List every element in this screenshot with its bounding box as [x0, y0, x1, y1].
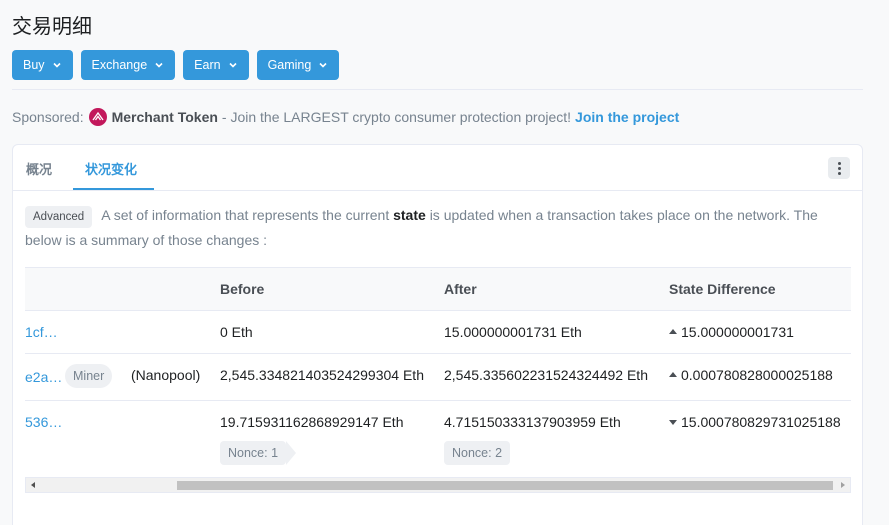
scrollbar-thumb[interactable] [177, 481, 833, 490]
state-difference: 15.000000001731 [669, 324, 794, 340]
before-balance: 19.715931162868929147 Eth [220, 414, 404, 430]
sponsor-prefix: Sponsored: [12, 109, 84, 125]
decrease-icon [669, 419, 677, 425]
table-row: 1cf… 0 Eth 15.000000001731 Eth 15.000000… [25, 311, 851, 354]
sponsor-text: - Join the LARGEST crypto consumer prote… [221, 109, 572, 125]
scroll-right-arrow-icon[interactable] [841, 482, 845, 488]
header-after: After [444, 281, 477, 297]
increase-icon [669, 371, 677, 377]
buy-button-label: Buy [23, 58, 45, 72]
after-balance: 2,545.335602231524324492 Eth [444, 367, 648, 383]
exchange-dropdown-button[interactable]: Exchange [80, 50, 176, 80]
more-dot [837, 171, 841, 175]
state-description: Advanced A set of information that repre… [25, 203, 845, 253]
chevron-down-icon [155, 62, 163, 68]
tab-bar: 概况 状况变化 [13, 145, 862, 191]
before-nonce-badge: Nonce: 1 [220, 441, 287, 465]
miner-badge: Miner [65, 364, 113, 388]
header-state-difference: State Difference [669, 281, 776, 297]
address-link[interactable]: e2a… [25, 369, 62, 385]
table-row: e2a… Miner (Nanopool) 2,545.334821403524… [25, 354, 851, 401]
state-difference: 0.000780828000025188 [669, 367, 833, 383]
active-tab-indicator [73, 188, 154, 190]
address-link[interactable]: 1cf… [25, 324, 58, 340]
earn-dropdown-button[interactable]: Earn [183, 50, 249, 80]
difference-value: 15.000000001731 [681, 324, 794, 340]
menu-buttons: Buy Exchange Earn Gaming [12, 50, 340, 80]
advanced-badge: Advanced [25, 206, 93, 228]
divider [12, 89, 863, 90]
description-text-before: A set of information that represents the… [101, 207, 390, 223]
nonce-arrow-icon [286, 441, 296, 465]
more-dot [837, 161, 841, 165]
tab-state-changes[interactable]: 状况变化 [85, 159, 137, 178]
scroll-left-arrow-icon[interactable] [31, 482, 35, 488]
chevron-down-icon [319, 62, 327, 68]
chevron-down-icon [228, 62, 237, 68]
state-difference: 15.000780829731025188 [669, 414, 841, 430]
gaming-dropdown-button[interactable]: Gaming [256, 50, 340, 80]
after-balance: 15.000000001731 Eth [444, 324, 582, 340]
difference-value: 15.000780829731025188 [681, 414, 841, 430]
horizontal-scrollbar[interactable] [25, 477, 851, 493]
miner-name: (Nanopool) [131, 367, 201, 383]
sponsored-banner: Sponsored: Merchant Token - Join the LAR… [12, 108, 679, 126]
exchange-button-label: Exchange [91, 58, 148, 72]
tab-overview[interactable]: 概况 [26, 159, 52, 178]
merchant-token-logo-icon [88, 108, 107, 126]
buy-dropdown-button[interactable]: Buy [12, 50, 73, 80]
description-bold: state [393, 207, 426, 223]
table-header: Before After State Difference [25, 267, 851, 311]
earn-button-label: Earn [194, 58, 221, 72]
address-link[interactable]: 536… [25, 414, 62, 430]
page-title: 交易明细 [12, 14, 92, 38]
after-balance: 4.715150333137903959 Eth [444, 414, 621, 430]
before-balance: 2,545.334821403524299304 Eth [220, 367, 424, 383]
increase-icon [669, 328, 677, 334]
chevron-down-icon [52, 62, 61, 68]
table-row: 536… 19.715931162868929147 Eth Nonce: 1 … [25, 401, 851, 479]
join-project-link[interactable]: Join the project [575, 109, 679, 125]
before-balance: 0 Eth [220, 324, 253, 340]
state-changes-table: Before After State Difference 1cf… 0 Eth… [25, 267, 851, 479]
sponsor-brand[interactable]: Merchant Token [112, 109, 218, 125]
header-before: Before [220, 281, 265, 297]
after-nonce-badge: Nonce: 2 [444, 441, 511, 465]
more-options-button[interactable] [828, 157, 850, 179]
more-dot [837, 166, 841, 170]
gaming-button-label: Gaming [267, 58, 312, 72]
transaction-card: 概况 状况变化 Advanced A set of information th… [12, 144, 863, 525]
difference-value: 0.000780828000025188 [681, 367, 833, 383]
